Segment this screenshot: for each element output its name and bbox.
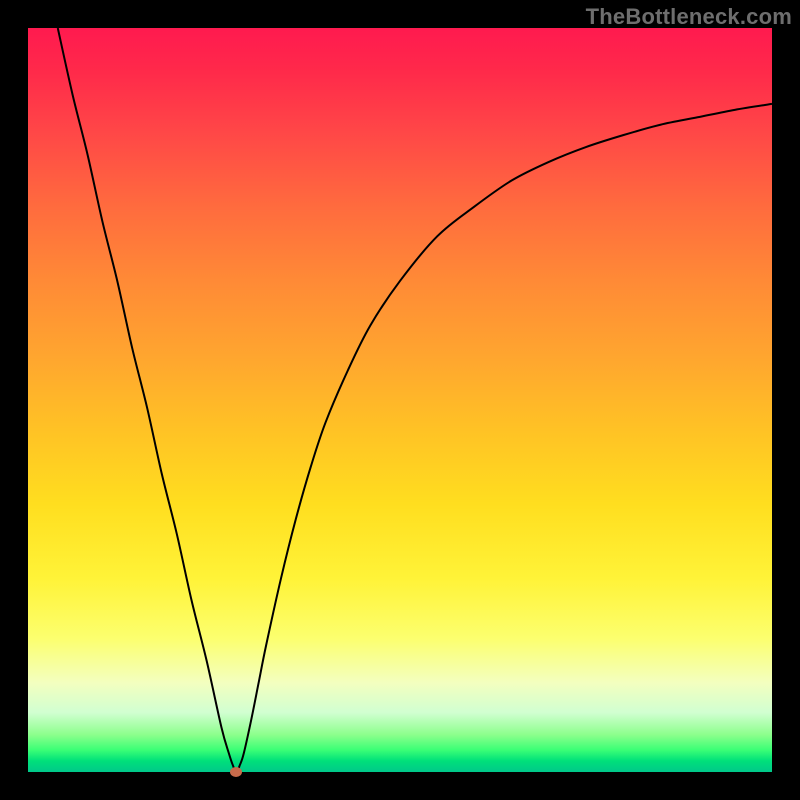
- watermark-text: TheBottleneck.com: [586, 4, 792, 30]
- curve-layer: [28, 28, 772, 772]
- minimum-marker: [230, 767, 242, 777]
- chart-frame: TheBottleneck.com: [0, 0, 800, 800]
- chart-plot-area: [28, 28, 772, 772]
- bottleneck-curve: [58, 28, 772, 772]
